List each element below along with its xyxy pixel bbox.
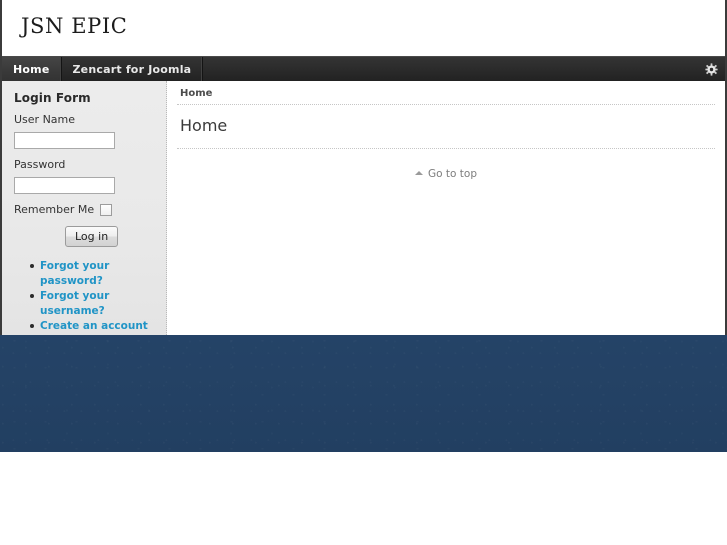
- login-button[interactable]: Log in: [65, 226, 119, 247]
- go-to-top-label[interactable]: Go to top: [428, 168, 477, 180]
- nav-item-zencart-for-joomla-label: Zencart for Joomla: [72, 62, 192, 76]
- login-helper-links: Forgot your password? Forgot your userna…: [14, 259, 154, 334]
- create-account-link[interactable]: Create an account: [40, 320, 148, 332]
- triangle-up-icon: [415, 171, 423, 175]
- page-title: Home: [177, 105, 715, 149]
- site-logo[interactable]: JSN EPIC: [21, 14, 127, 38]
- password-label: Password: [14, 158, 66, 171]
- password-input[interactable]: [14, 177, 115, 194]
- breadcrumb[interactable]: Home: [177, 81, 715, 105]
- page-container: JSN EPIC Home Zencart for Joomla Login F…: [0, 0, 727, 335]
- login-form-module: Login Form User Name Password Remember M…: [2, 91, 166, 334]
- forgot-username-link[interactable]: Forgot your username?: [40, 290, 109, 317]
- forgot-password-link[interactable]: Forgot your password?: [40, 260, 109, 287]
- login-button-row: Log in: [14, 225, 154, 247]
- username-label: User Name: [14, 113, 76, 126]
- content-area: Login Form User Name Password Remember M…: [2, 81, 725, 335]
- list-item: Forgot your password?: [30, 259, 154, 288]
- nav-item-home-label: Home: [13, 62, 50, 76]
- gear-icon[interactable]: [697, 57, 725, 81]
- list-item: Forgot your username?: [30, 289, 154, 318]
- username-input[interactable]: [14, 132, 115, 149]
- nav-item-home[interactable]: Home: [2, 57, 62, 81]
- remember-me-row: Remember Me: [14, 203, 154, 216]
- nav-item-zencart-for-joomla[interactable]: Zencart for Joomla: [62, 57, 204, 81]
- list-item: Create an account: [30, 319, 154, 334]
- login-form-title: Login Form: [14, 91, 91, 105]
- main-content: Home Home Go to top: [167, 81, 725, 335]
- remember-me-label: Remember Me: [14, 203, 95, 216]
- go-to-top[interactable]: Go to top: [177, 149, 715, 180]
- sidebar: Login Form User Name Password Remember M…: [2, 81, 167, 335]
- main-navigation: Home Zencart for Joomla: [2, 56, 725, 81]
- site-header: JSN EPIC: [2, 0, 725, 56]
- remember-me-checkbox[interactable]: [100, 203, 113, 216]
- content-filler: [177, 180, 715, 277]
